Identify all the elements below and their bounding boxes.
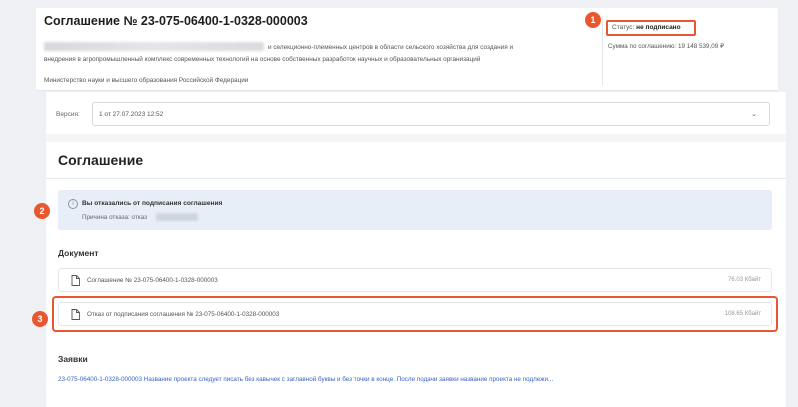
version-value: 1 от 27.07.2023 12:52 <box>99 111 164 118</box>
documents-heading: Документ <box>58 248 99 258</box>
agreement-amount: Сумма по соглашению: 19 148 539,09 ₽ <box>608 43 725 50</box>
status-value: не подписано <box>636 24 681 31</box>
agreement-description-line1: и селекционно-племенных центров в област… <box>268 44 514 51</box>
agreement-card: Соглашение i Вы отказались от подписания… <box>46 142 786 407</box>
document-name: Отказ от подписания соглашения № 23-075-… <box>87 311 280 318</box>
redacted-organization <box>44 42 264 51</box>
redacted-reason <box>156 213 198 221</box>
refusal-notice: i Вы отказались от подписания соглашения… <box>58 190 772 230</box>
agreement-header: Соглашение № 23-075-06400-1-0328-000003 … <box>36 8 778 91</box>
notice-title: Вы отказались от подписания соглашения <box>82 200 223 207</box>
version-row: Версия: 1 от 27.07.2023 12:52 ⌄ <box>46 92 786 134</box>
file-icon <box>71 275 80 286</box>
ministry-name: Министерство науки и высшего образования… <box>44 77 249 84</box>
document-size: 76.03 Кбайт <box>728 277 761 283</box>
divider <box>46 178 786 179</box>
application-link[interactable]: 23-075-06400-1-0328-000003 Название прое… <box>58 376 553 383</box>
status-label: Статус: <box>612 24 635 31</box>
file-icon <box>71 309 80 320</box>
agreement-description-line2: внедрения в агропромышленный комплекс со… <box>44 56 481 63</box>
section-heading: Соглашение <box>58 152 144 168</box>
chevron-down-icon: ⌄ <box>751 111 757 118</box>
annotation-badge-1: 1 <box>585 12 601 28</box>
annotation-badge-2: 2 <box>34 203 50 219</box>
version-select[interactable]: 1 от 27.07.2023 12:52 ⌄ <box>92 102 770 126</box>
info-icon: i <box>68 199 78 209</box>
document-size: 108.65 Кбайт <box>724 311 761 317</box>
annotation-badge-3: 3 <box>32 311 48 327</box>
status-highlight: Статус: не подписано <box>606 20 696 36</box>
document-name: Соглашение № 23-075-06400-1-0328-000003 <box>87 277 218 284</box>
header-divider <box>602 16 603 86</box>
agreement-title: Соглашение № 23-075-06400-1-0328-000003 <box>44 14 308 28</box>
refusal-document-row[interactable]: Отказ от подписания соглашения № 23-075-… <box>58 302 772 326</box>
main-content: Версия: 1 от 27.07.2023 12:52 ⌄ Соглашен… <box>46 92 786 407</box>
version-label: Версия: <box>56 111 80 118</box>
document-row[interactable]: Соглашение № 23-075-06400-1-0328-000003 … <box>58 268 772 292</box>
notice-reason: Причина отказа: отказ <box>82 214 147 221</box>
applications-heading: Заявки <box>58 354 88 364</box>
